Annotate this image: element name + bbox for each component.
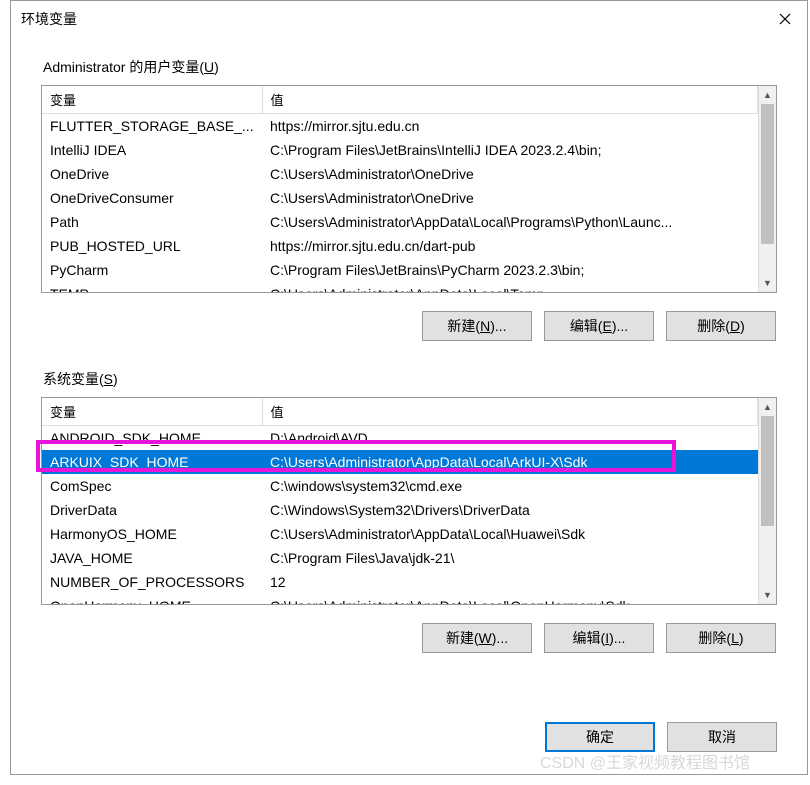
user-vars-table-scroll[interactable]: 变量 值 FLUTTER_STORAGE_BASE_...https://mir… bbox=[42, 86, 758, 292]
table-row[interactable]: PyCharmC:\Program Files\JetBrains\PyChar… bbox=[42, 258, 758, 282]
cell-value: https://mirror.sjtu.edu.cn bbox=[262, 114, 758, 138]
table-row[interactable]: ARKUIX_SDK_HOMEC:\Users\Administrator\Ap… bbox=[42, 450, 758, 474]
cell-name: FLUTTER_STORAGE_BASE_... bbox=[42, 114, 262, 138]
table-row[interactable]: HarmonyOS_HOMEC:\Users\Administrator\App… bbox=[42, 522, 758, 546]
cell-value: C:\Users\Administrator\OneDrive bbox=[262, 186, 758, 210]
user-edit-button[interactable]: 编辑(E)... bbox=[544, 311, 654, 341]
table-row[interactable]: TEMPC:\Users\Administrator\AppData\Local… bbox=[42, 282, 758, 293]
window-title: 环境变量 bbox=[21, 9, 77, 29]
scroll-down-icon[interactable]: ▼ bbox=[759, 274, 776, 292]
scroll-up-icon[interactable]: ▲ bbox=[759, 398, 776, 416]
system-vars-table-scroll[interactable]: 变量 值 ANDROID_SDK_HOMED:\Android\AVDARKUI… bbox=[42, 398, 758, 604]
cell-value: C:\Users\Administrator\AppData\Local\Pro… bbox=[262, 210, 758, 234]
scroll-up-icon[interactable]: ▲ bbox=[759, 86, 776, 104]
system-vars-table-wrap: 变量 值 ANDROID_SDK_HOMED:\Android\AVDARKUI… bbox=[41, 397, 777, 605]
cell-name: OpenHarmony_HOME bbox=[42, 594, 262, 605]
system-vars-group: 系统变量(S) 变量 值 ANDROID_SDK_HOMED:\Android\… bbox=[41, 369, 777, 653]
cell-name: ANDROID_SDK_HOME bbox=[42, 426, 262, 450]
cell-name: OneDriveConsumer bbox=[42, 186, 262, 210]
cell-name: DriverData bbox=[42, 498, 262, 522]
ok-button[interactable]: 确定 bbox=[545, 722, 655, 752]
close-icon bbox=[779, 13, 791, 25]
table-row[interactable]: FLUTTER_STORAGE_BASE_...https://mirror.s… bbox=[42, 114, 758, 138]
cell-name: JAVA_HOME bbox=[42, 546, 262, 570]
cell-name: ARKUIX_SDK_HOME bbox=[42, 450, 262, 474]
sys-scrollbar[interactable]: ▲ ▼ bbox=[758, 398, 776, 604]
close-button[interactable] bbox=[763, 1, 807, 37]
cell-value: C:\Users\Administrator\AppData\Local\Hua… bbox=[262, 522, 758, 546]
user-vars-buttons: 新建(N)... 编辑(E)... 删除(D) bbox=[41, 311, 777, 341]
table-row[interactable]: DriverDataC:\Windows\System32\Drivers\Dr… bbox=[42, 498, 758, 522]
cell-value: C:\Windows\System32\Drivers\DriverData bbox=[262, 498, 758, 522]
user-vars-table-wrap: 变量 值 FLUTTER_STORAGE_BASE_...https://mir… bbox=[41, 85, 777, 293]
cancel-button[interactable]: 取消 bbox=[667, 722, 777, 752]
titlebar: 环境变量 bbox=[11, 1, 807, 37]
cell-name: IntelliJ IDEA bbox=[42, 138, 262, 162]
table-row[interactable]: PUB_HOSTED_URLhttps://mirror.sjtu.edu.cn… bbox=[42, 234, 758, 258]
user-vars-table: 变量 值 FLUTTER_STORAGE_BASE_...https://mir… bbox=[42, 86, 758, 292]
table-row[interactable]: ComSpecC:\windows\system32\cmd.exe bbox=[42, 474, 758, 498]
scroll-thumb[interactable] bbox=[761, 104, 774, 244]
env-vars-dialog: 环境变量 Administrator 的用户变量(U) 变量 值 FLUTTER… bbox=[10, 0, 808, 775]
user-delete-button[interactable]: 删除(D) bbox=[666, 311, 776, 341]
col-name[interactable]: 变量 bbox=[42, 398, 262, 426]
cell-value: C:\Users\Administrator\OneDrive bbox=[262, 162, 758, 186]
scroll-down-icon[interactable]: ▼ bbox=[759, 586, 776, 604]
table-row[interactable]: OpenHarmony_HOMEC:\Users\Administrator\A… bbox=[42, 594, 758, 605]
cell-value: C:\Users\Administrator\AppData\Local\Ark… bbox=[262, 450, 758, 474]
table-row[interactable]: OneDriveC:\Users\Administrator\OneDrive bbox=[42, 162, 758, 186]
cell-value: C:\Program Files\JetBrains\PyCharm 2023.… bbox=[262, 258, 758, 282]
cell-name: TEMP bbox=[42, 282, 262, 293]
cell-value: C:\windows\system32\cmd.exe bbox=[262, 474, 758, 498]
sys-delete-button[interactable]: 删除(L) bbox=[666, 623, 776, 653]
dialog-body: Administrator 的用户变量(U) 变量 值 FLUTTER_STOR… bbox=[11, 37, 807, 706]
cell-value: C:\Users\Administrator\AppData\Local\Ope… bbox=[262, 594, 758, 605]
sys-edit-button[interactable]: 编辑(I)... bbox=[544, 623, 654, 653]
cell-value: D:\Android\AVD bbox=[262, 426, 758, 450]
table-row[interactable]: PathC:\Users\Administrator\AppData\Local… bbox=[42, 210, 758, 234]
user-vars-label: Administrator 的用户变量(U) bbox=[41, 57, 777, 77]
system-vars-buttons: 新建(W)... 编辑(I)... 删除(L) bbox=[41, 623, 777, 653]
cell-name: HarmonyOS_HOME bbox=[42, 522, 262, 546]
system-vars-table: 变量 值 ANDROID_SDK_HOMED:\Android\AVDARKUI… bbox=[42, 398, 758, 604]
cell-value: C:\Program Files\Java\jdk-21\ bbox=[262, 546, 758, 570]
cell-name: NUMBER_OF_PROCESSORS bbox=[42, 570, 262, 594]
cell-value: https://mirror.sjtu.edu.cn/dart-pub bbox=[262, 234, 758, 258]
table-row[interactable]: IntelliJ IDEAC:\Program Files\JetBrains\… bbox=[42, 138, 758, 162]
scroll-thumb[interactable] bbox=[761, 416, 774, 526]
cell-name: PUB_HOSTED_URL bbox=[42, 234, 262, 258]
user-vars-group: Administrator 的用户变量(U) 变量 值 FLUTTER_STOR… bbox=[41, 57, 777, 341]
cell-name: OneDrive bbox=[42, 162, 262, 186]
user-scrollbar[interactable]: ▲ ▼ bbox=[758, 86, 776, 292]
table-row[interactable]: JAVA_HOMEC:\Program Files\Java\jdk-21\ bbox=[42, 546, 758, 570]
dialog-footer: 确定 取消 bbox=[11, 706, 807, 774]
cell-value: 12 bbox=[262, 570, 758, 594]
user-new-button[interactable]: 新建(N)... bbox=[422, 311, 532, 341]
cell-value: C:\Program Files\JetBrains\IntelliJ IDEA… bbox=[262, 138, 758, 162]
col-value[interactable]: 值 bbox=[262, 398, 758, 426]
cell-name: ComSpec bbox=[42, 474, 262, 498]
cell-name: Path bbox=[42, 210, 262, 234]
sys-new-button[interactable]: 新建(W)... bbox=[422, 623, 532, 653]
table-row[interactable]: OneDriveConsumerC:\Users\Administrator\O… bbox=[42, 186, 758, 210]
col-name[interactable]: 变量 bbox=[42, 86, 262, 114]
table-row[interactable]: NUMBER_OF_PROCESSORS12 bbox=[42, 570, 758, 594]
cell-name: PyCharm bbox=[42, 258, 262, 282]
system-vars-label: 系统变量(S) bbox=[41, 369, 777, 389]
cell-value: C:\Users\Administrator\AppData\Local\Tem… bbox=[262, 282, 758, 293]
table-row[interactable]: ANDROID_SDK_HOMED:\Android\AVD bbox=[42, 426, 758, 450]
col-value[interactable]: 值 bbox=[262, 86, 758, 114]
